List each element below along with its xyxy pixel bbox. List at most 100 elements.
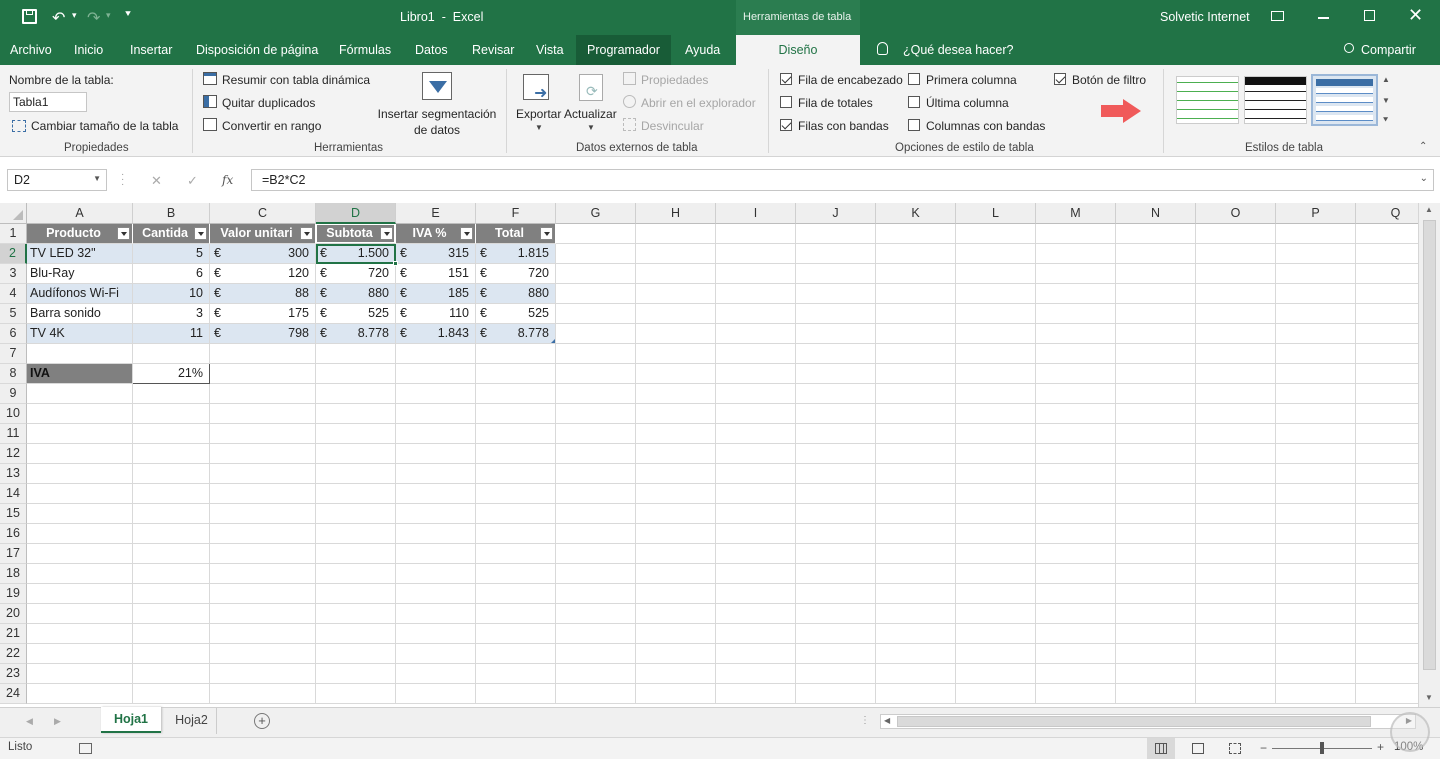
cell-a10[interactable] (27, 404, 133, 424)
cell-g15[interactable] (556, 504, 636, 524)
row-header-19[interactable]: 19 (0, 584, 27, 604)
tab-archivo[interactable]: Archivo (10, 35, 52, 65)
zoom-out-icon[interactable]: − (1260, 741, 1267, 755)
cell-k5[interactable] (876, 304, 956, 324)
cell-a18[interactable] (27, 564, 133, 584)
zoom-in-icon[interactable]: + (1377, 740, 1384, 754)
cell-j13[interactable] (796, 464, 876, 484)
cell-f24[interactable] (476, 684, 556, 704)
cell-m2[interactable] (1036, 244, 1116, 264)
table-data-cell[interactable]: TV LED 32" (27, 244, 133, 264)
cell-g5[interactable] (556, 304, 636, 324)
cell-m7[interactable] (1036, 344, 1116, 364)
cell-o17[interactable] (1196, 544, 1276, 564)
cell-e19[interactable] (396, 584, 476, 604)
cell-k19[interactable] (876, 584, 956, 604)
table-data-cell[interactable]: 11 (133, 324, 210, 344)
cell-q13[interactable] (1356, 464, 1418, 484)
iva-label-cell[interactable]: IVA (27, 364, 133, 384)
row-header-9[interactable]: 9 (0, 384, 27, 404)
cell-q18[interactable] (1356, 564, 1418, 584)
tab-inicio[interactable]: Inicio (74, 35, 103, 65)
cell-n20[interactable] (1116, 604, 1196, 624)
cell-n10[interactable] (1116, 404, 1196, 424)
cell-p24[interactable] (1276, 684, 1356, 704)
cell-k1[interactable] (876, 224, 956, 244)
cell-k14[interactable] (876, 484, 956, 504)
cell-k13[interactable] (876, 464, 956, 484)
cell-p12[interactable] (1276, 444, 1356, 464)
cell-n4[interactable] (1116, 284, 1196, 304)
cell-k8[interactable] (876, 364, 956, 384)
cell-h13[interactable] (636, 464, 716, 484)
cell-l6[interactable] (956, 324, 1036, 344)
row-header-5[interactable]: 5 (0, 304, 27, 324)
column-header-d[interactable]: D (316, 203, 396, 224)
gallery-more-icon[interactable]: ⯆ (1382, 115, 1389, 126)
cell-p9[interactable] (1276, 384, 1356, 404)
row-header-6[interactable]: 6 (0, 324, 27, 344)
cell-h6[interactable] (636, 324, 716, 344)
cell-n1[interactable] (1116, 224, 1196, 244)
cell-g19[interactable] (556, 584, 636, 604)
cell-b7[interactable] (133, 344, 210, 364)
cell-a19[interactable] (27, 584, 133, 604)
cell-a13[interactable] (27, 464, 133, 484)
table-data-cell[interactable]: €880 (476, 284, 556, 304)
cell-n18[interactable] (1116, 564, 1196, 584)
cell-i6[interactable] (716, 324, 796, 344)
cell-l14[interactable] (956, 484, 1036, 504)
cell-o19[interactable] (1196, 584, 1276, 604)
cell-g18[interactable] (556, 564, 636, 584)
table-style-green[interactable] (1176, 76, 1239, 124)
cell-p4[interactable] (1276, 284, 1356, 304)
cell-d7[interactable] (316, 344, 396, 364)
cell-g4[interactable] (556, 284, 636, 304)
cell-k22[interactable] (876, 644, 956, 664)
cell-p11[interactable] (1276, 424, 1356, 444)
cell-g24[interactable] (556, 684, 636, 704)
save-icon[interactable] (22, 9, 37, 24)
cell-f7[interactable] (476, 344, 556, 364)
cell-a16[interactable] (27, 524, 133, 544)
cell-b22[interactable] (133, 644, 210, 664)
cell-o3[interactable] (1196, 264, 1276, 284)
cell-a7[interactable] (27, 344, 133, 364)
tab-vista[interactable]: Vista (536, 35, 564, 65)
last-column-checkbox[interactable] (908, 96, 920, 108)
cell-e24[interactable] (396, 684, 476, 704)
cell-o21[interactable] (1196, 624, 1276, 644)
cell-p21[interactable] (1276, 624, 1356, 644)
row-header-18[interactable]: 18 (0, 564, 27, 584)
cell-m18[interactable] (1036, 564, 1116, 584)
cell-i11[interactable] (716, 424, 796, 444)
filter-button-checkbox[interactable] (1054, 73, 1066, 85)
cell-m11[interactable] (1036, 424, 1116, 444)
column-header-h[interactable]: H (636, 203, 716, 224)
column-header-i[interactable]: I (716, 203, 796, 224)
cell-o8[interactable] (1196, 364, 1276, 384)
cell-b11[interactable] (133, 424, 210, 444)
ribbon-display-icon[interactable] (1271, 11, 1284, 21)
cell-i17[interactable] (716, 544, 796, 564)
cell-b12[interactable] (133, 444, 210, 464)
table-data-cell[interactable]: €175 (210, 304, 316, 324)
normal-view-icon[interactable] (1147, 738, 1175, 759)
cell-h20[interactable] (636, 604, 716, 624)
cell-k18[interactable] (876, 564, 956, 584)
tab-diseno[interactable]: Diseño (736, 35, 860, 65)
cell-n15[interactable] (1116, 504, 1196, 524)
table-data-cell[interactable]: €8.778 (316, 324, 396, 344)
table-style-blue-selected[interactable] (1311, 74, 1378, 126)
row-header-12[interactable]: 12 (0, 444, 27, 464)
cell-q17[interactable] (1356, 544, 1418, 564)
cell-o7[interactable] (1196, 344, 1276, 364)
macro-record-icon[interactable] (79, 743, 92, 754)
cell-g22[interactable] (556, 644, 636, 664)
cell-f17[interactable] (476, 544, 556, 564)
cell-p8[interactable] (1276, 364, 1356, 384)
cell-g1[interactable] (556, 224, 636, 244)
cell-j24[interactable] (796, 684, 876, 704)
cell-h16[interactable] (636, 524, 716, 544)
cell-p22[interactable] (1276, 644, 1356, 664)
